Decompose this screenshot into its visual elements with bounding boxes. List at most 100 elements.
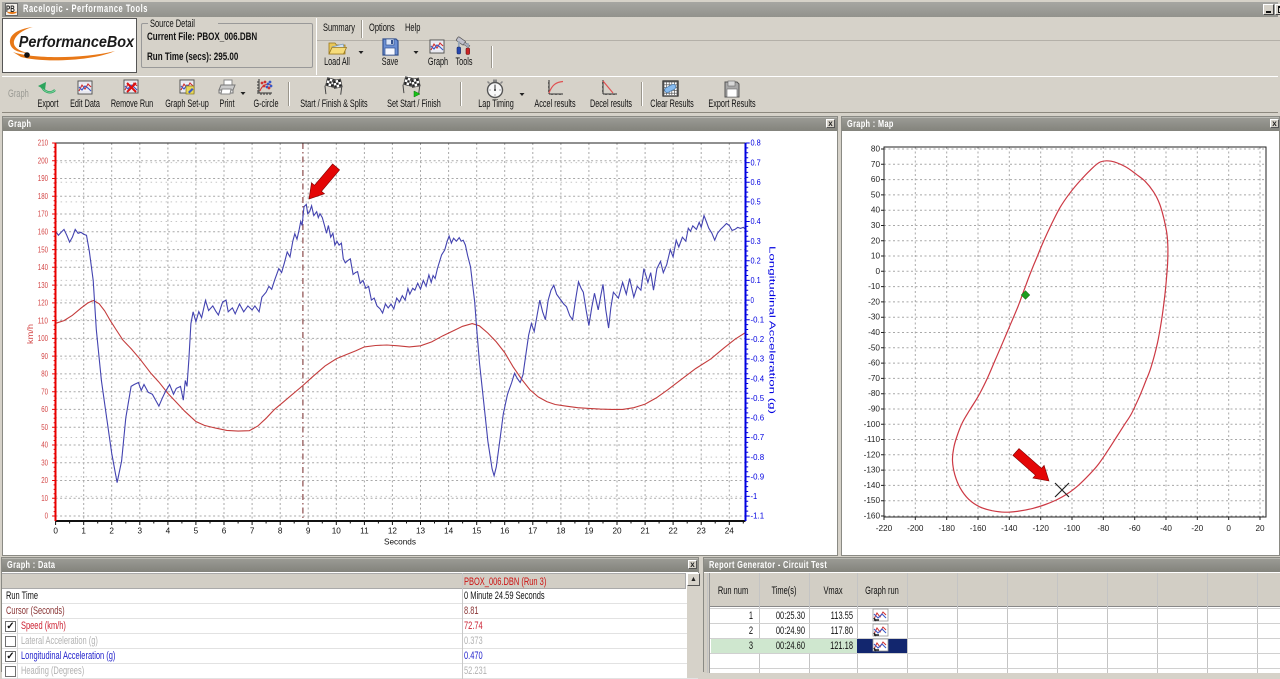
svg-text:90: 90 <box>41 352 48 361</box>
svg-text:-50: -50 <box>868 343 880 352</box>
svg-text:160: 160 <box>38 228 49 237</box>
svg-text:80: 80 <box>41 370 48 379</box>
svg-text:-160: -160 <box>970 524 987 533</box>
svg-text:110: 110 <box>38 316 49 325</box>
svg-text:-90: -90 <box>868 405 880 414</box>
svg-text:Seconds: Seconds <box>384 538 416 547</box>
svg-text:24: 24 <box>725 527 735 536</box>
svg-text:170: 170 <box>38 210 49 219</box>
svg-text:10: 10 <box>871 252 881 261</box>
svg-text:80: 80 <box>871 145 881 154</box>
svg-text:-0.4: -0.4 <box>751 374 765 383</box>
svg-text:-60: -60 <box>1129 524 1141 533</box>
svg-text:210: 210 <box>38 139 49 148</box>
svg-text:20: 20 <box>871 236 881 245</box>
svg-text:-80: -80 <box>868 389 880 398</box>
svg-text:0: 0 <box>53 527 58 536</box>
svg-text:10: 10 <box>41 494 48 503</box>
svg-text:-160: -160 <box>864 512 881 521</box>
svg-text:-120: -120 <box>1033 524 1050 533</box>
svg-text:190: 190 <box>38 174 49 183</box>
svg-text:4: 4 <box>166 527 171 536</box>
svg-text:-0.5: -0.5 <box>751 394 765 403</box>
svg-text:-0.3: -0.3 <box>751 355 765 364</box>
svg-text:200: 200 <box>38 157 49 166</box>
svg-text:0.5: 0.5 <box>751 198 762 207</box>
svg-text:70: 70 <box>871 160 881 169</box>
svg-text:11: 11 <box>360 527 369 536</box>
svg-text:17: 17 <box>528 527 538 536</box>
svg-text:0: 0 <box>751 296 755 305</box>
svg-text:3: 3 <box>138 527 143 536</box>
svg-text:0: 0 <box>875 267 880 276</box>
svg-text:23: 23 <box>697 527 707 536</box>
svg-text:-0.6: -0.6 <box>751 414 765 423</box>
svg-text:0.1: 0.1 <box>751 276 761 285</box>
svg-text:-0.9: -0.9 <box>751 472 765 481</box>
svg-text:-40: -40 <box>868 328 880 337</box>
svg-text:13: 13 <box>416 527 426 536</box>
svg-text:0.4: 0.4 <box>751 217 762 226</box>
svg-text:16: 16 <box>500 527 510 536</box>
svg-text:-20: -20 <box>1191 524 1203 533</box>
svg-text:0: 0 <box>45 512 49 521</box>
svg-text:60: 60 <box>41 405 48 414</box>
svg-text:0.3: 0.3 <box>751 237 761 246</box>
svg-text:0.8: 0.8 <box>751 139 761 148</box>
svg-text:-150: -150 <box>864 496 881 505</box>
svg-text:6: 6 <box>222 527 227 536</box>
svg-text:18: 18 <box>556 527 566 536</box>
svg-text:150: 150 <box>38 245 49 254</box>
svg-text:140: 140 <box>38 263 49 272</box>
svg-text:-130: -130 <box>864 466 881 475</box>
svg-text:70: 70 <box>41 387 48 396</box>
svg-text:40: 40 <box>871 206 881 215</box>
svg-text:60: 60 <box>871 175 881 184</box>
svg-text:-30: -30 <box>868 313 880 322</box>
svg-text:-1.1: -1.1 <box>751 512 765 521</box>
svg-text:-200: -200 <box>907 524 924 533</box>
svg-text:-20: -20 <box>868 297 880 306</box>
svg-text:-0.7: -0.7 <box>751 433 765 442</box>
svg-text:12: 12 <box>388 527 398 536</box>
svg-text:-0.2: -0.2 <box>751 335 765 344</box>
svg-text:50: 50 <box>871 190 881 199</box>
svg-text:-140: -140 <box>864 481 881 490</box>
svg-text:10: 10 <box>332 527 342 536</box>
svg-text:0.7: 0.7 <box>751 158 761 167</box>
svg-text:130: 130 <box>38 281 49 290</box>
svg-text:22: 22 <box>669 527 679 536</box>
svg-text:-180: -180 <box>939 524 956 533</box>
svg-text:20: 20 <box>1255 524 1265 533</box>
svg-text:19: 19 <box>584 527 594 536</box>
svg-text:20: 20 <box>612 527 622 536</box>
svg-text:-0.8: -0.8 <box>751 453 765 462</box>
svg-text:1: 1 <box>81 527 86 536</box>
svg-text:9: 9 <box>306 527 311 536</box>
svg-text:21: 21 <box>641 527 651 536</box>
svg-text:40: 40 <box>41 441 48 450</box>
svg-text:-70: -70 <box>868 374 880 383</box>
svg-text:120: 120 <box>38 299 49 308</box>
svg-text:2: 2 <box>109 527 114 536</box>
svg-text:20: 20 <box>41 476 48 485</box>
svg-text:15: 15 <box>472 527 482 536</box>
svg-text:30: 30 <box>871 221 881 230</box>
svg-text:km/h: km/h <box>26 324 35 344</box>
svg-text:50: 50 <box>41 423 48 432</box>
svg-text:-0.1: -0.1 <box>751 315 765 324</box>
svg-text:-100: -100 <box>864 420 881 429</box>
svg-text:-40: -40 <box>1160 524 1172 533</box>
svg-text:7: 7 <box>250 527 255 536</box>
svg-text:180: 180 <box>38 192 49 201</box>
svg-text:-110: -110 <box>864 435 880 444</box>
svg-text:-220: -220 <box>876 524 893 533</box>
svg-text:-120: -120 <box>864 450 881 459</box>
svg-text:0: 0 <box>1226 524 1231 533</box>
svg-text:-1: -1 <box>751 492 758 501</box>
svg-text:-80: -80 <box>1097 524 1109 533</box>
svg-text:8: 8 <box>278 527 283 536</box>
svg-text:14: 14 <box>444 527 454 536</box>
svg-text:-10: -10 <box>868 282 880 291</box>
svg-text:-100: -100 <box>1064 524 1081 533</box>
